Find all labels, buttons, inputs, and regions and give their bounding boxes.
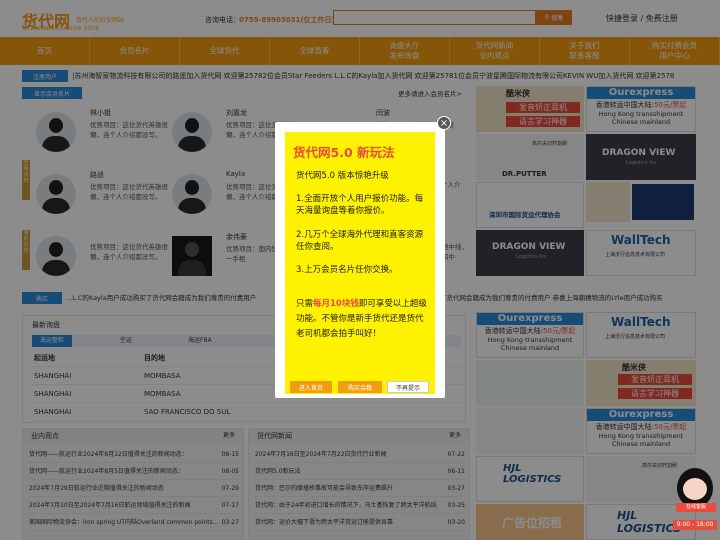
modal-line: 1.全面开放个人用户报价功能。每天海量询盘等着你报价。 — [296, 194, 424, 216]
buy-membership-button[interactable]: 购买会籍 — [338, 381, 382, 393]
dont-show-again-button[interactable]: 不再提示 — [387, 381, 429, 393]
chat-hours: 9:00 - 18:00 — [673, 520, 717, 530]
chat-avatar-face — [683, 478, 707, 500]
modal-line: 3.上万会员名片任你交换。 — [296, 265, 398, 275]
modal-line: 货代网5.0 版本惊艳升级 — [296, 171, 389, 181]
modal-title: 货代网5.0 新玩法 — [293, 145, 395, 160]
modal-line: 只需每月10块钱即可享受以上超级功能。不管你是新手货代还是货代老司机都会拍手叫好… — [296, 299, 427, 339]
go-home-button[interactable]: 进入首页 — [290, 381, 332, 393]
close-icon[interactable]: × — [437, 116, 451, 130]
modal-line: 2.几万个全球海外代理和直客资源任你查阅。 — [296, 230, 424, 252]
chat-label[interactable]: 在线客服 — [676, 503, 716, 512]
